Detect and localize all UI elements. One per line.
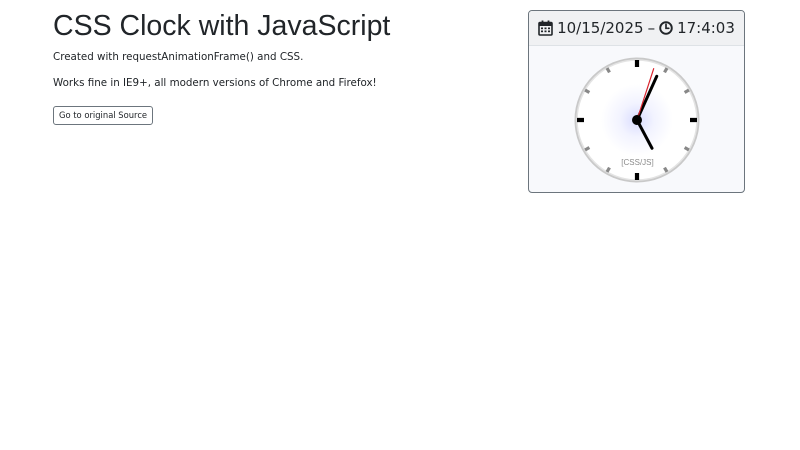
description-line-2: Works fine in IE9+, all modern versions … [53, 77, 377, 89]
clock-date: 10/15/2025 [557, 19, 644, 37]
clock-card-body: [CSS/JS] [529, 46, 744, 192]
minor-tick [584, 88, 591, 94]
minor-tick [683, 146, 690, 152]
minor-tick [683, 88, 690, 94]
description-line-1: Created with requestAnimationFrame() and… [53, 51, 304, 63]
clock-time: 17:4:03 [677, 19, 735, 37]
minor-tick [584, 146, 591, 152]
clock-icon [659, 21, 673, 35]
original-source-button[interactable]: Go to original Source [53, 106, 154, 125]
minor-tick [605, 166, 611, 173]
calendar-icon [538, 20, 553, 36]
date-time-separator: – [647, 19, 656, 37]
center-pin [632, 115, 642, 125]
clock-card: 10/15/2025 – 17:4:03 [CSS/JS] [528, 10, 745, 193]
page: CSS Clock with JavaScript Created with r… [0, 0, 800, 450]
clock-face-label: [CSS/JS] [621, 158, 654, 167]
page-title: CSS Clock with JavaScript [53, 10, 391, 42]
clock-card-header: 10/15/2025 – 17:4:03 [529, 11, 744, 46]
minor-tick [605, 67, 611, 74]
intro-section: CSS Clock with JavaScript Created with r… [53, 8, 493, 125]
minor-tick [663, 166, 669, 173]
minor-tick [663, 67, 669, 74]
